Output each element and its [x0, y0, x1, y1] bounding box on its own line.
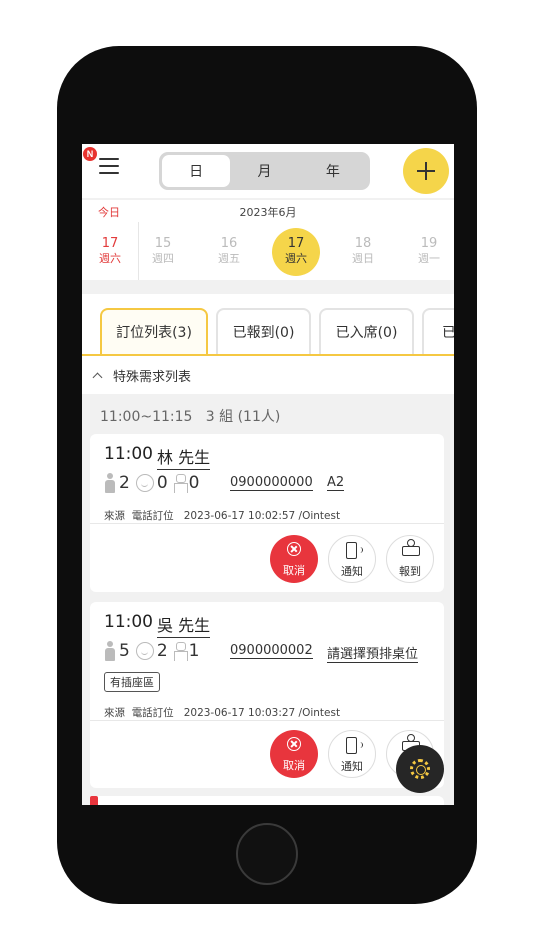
adult-icon	[104, 641, 116, 661]
day-item[interactable]: 19 週一	[405, 228, 453, 276]
notify-button[interactable]: 通知	[328, 535, 376, 583]
party-counts: 5 2 1	[104, 640, 205, 662]
close-circle-icon	[287, 542, 301, 556]
phone-number[interactable]: 0900000000	[230, 475, 313, 491]
booking-time: 11:00	[104, 444, 153, 464]
card-divider	[90, 720, 444, 721]
booking-card[interactable]: 11:00 林 先生 2 0 0 0900000000 A2 來源 電話訂位 2…	[90, 434, 444, 592]
cancel-button[interactable]: 取消	[270, 535, 318, 583]
high-chair-count: 0	[188, 473, 200, 493]
child-icon	[135, 474, 154, 492]
special-tag: 有插座區	[104, 672, 160, 692]
table-assignment[interactable]: A2	[327, 475, 345, 491]
adult-icon	[104, 473, 116, 493]
segment-month[interactable]: 月	[230, 155, 298, 187]
app-screen: N 日 月 年 今日 2023年6月 17 週六 15 週四 16 週五 17 …	[82, 144, 454, 805]
month-label: 2023年6月	[239, 206, 297, 219]
segment-year[interactable]: 年	[299, 155, 367, 187]
guest-name[interactable]: 林 先生	[157, 444, 211, 470]
high-chair-count: 1	[188, 641, 200, 661]
phone-number[interactable]: 0900000002	[230, 643, 313, 659]
close-circle-icon	[287, 737, 301, 751]
day-strip: 17 週六 15 週四 16 週五 17 週六 18 週日 19 週一	[82, 222, 454, 280]
cancel-button[interactable]: 取消	[270, 730, 318, 778]
segment-day[interactable]: 日	[162, 155, 231, 187]
tab-booking-list[interactable]: 訂位列表(3)	[100, 308, 208, 354]
party-counts: 2 0 0	[104, 472, 205, 494]
settings-button[interactable]	[396, 745, 444, 793]
chevron-up-icon	[92, 372, 103, 382]
checkin-button[interactable]: 報到	[386, 535, 434, 583]
reception-desk-icon	[402, 539, 420, 556]
child-count: 0	[156, 473, 168, 493]
date-header: 今日 2023年6月	[82, 200, 454, 222]
status-tabs: 訂位列表(3) 已報到(0) 已入席(0) 已	[82, 294, 454, 356]
home-button[interactable]	[236, 823, 298, 885]
top-bar: N 日 月 年	[82, 144, 454, 198]
add-booking-button[interactable]	[403, 148, 449, 194]
booking-source: 來源 電話訂位 2023-06-17 10:03:27 /Ointest	[104, 707, 341, 719]
tab-checked-in[interactable]: 已報到(0)	[216, 308, 311, 354]
booking-card-partial	[90, 796, 444, 805]
phone-ring-icon	[346, 737, 363, 754]
tab-more[interactable]: 已	[422, 308, 454, 354]
booking-card[interactable]: 11:00 吳 先生 5 2 1 0900000002 請選擇預排桌位 有插座區…	[90, 602, 444, 788]
booking-source: 來源 電話訂位 2023-06-17 10:02:57 /Ointest	[104, 510, 341, 522]
day-selected[interactable]: 17 週六	[272, 228, 320, 276]
day-today[interactable]: 17 週六	[86, 228, 134, 276]
tab-seated[interactable]: 已入席(0)	[319, 308, 414, 354]
day-item[interactable]: 18 週日	[339, 228, 387, 276]
notify-button[interactable]: 通知	[328, 730, 376, 778]
booking-time: 11:00	[104, 612, 153, 632]
view-mode-switch: 日 月 年	[159, 152, 370, 190]
table-assignment[interactable]: 請選擇預排桌位	[327, 643, 419, 663]
status-marker	[90, 796, 98, 805]
special-requests-toggle[interactable]: 特殊需求列表	[82, 356, 454, 394]
day-item[interactable]: 15 週四	[139, 228, 187, 276]
hamburger-menu-icon[interactable]	[99, 158, 119, 176]
high-chair-icon	[173, 474, 188, 493]
card-divider	[90, 523, 444, 524]
gear-icon	[410, 759, 430, 779]
child-icon	[135, 642, 154, 660]
adult-count: 2	[119, 473, 130, 493]
notification-badge[interactable]: N	[83, 147, 97, 161]
guest-name[interactable]: 吳 先生	[157, 612, 211, 638]
adult-count: 5	[119, 641, 130, 661]
child-count: 2	[156, 641, 168, 661]
high-chair-icon	[173, 642, 188, 661]
phone-ring-icon	[346, 542, 363, 559]
day-item[interactable]: 16 週五	[205, 228, 253, 276]
time-slot-header: 11:00~11:15 3 組 (11人)	[100, 409, 281, 425]
